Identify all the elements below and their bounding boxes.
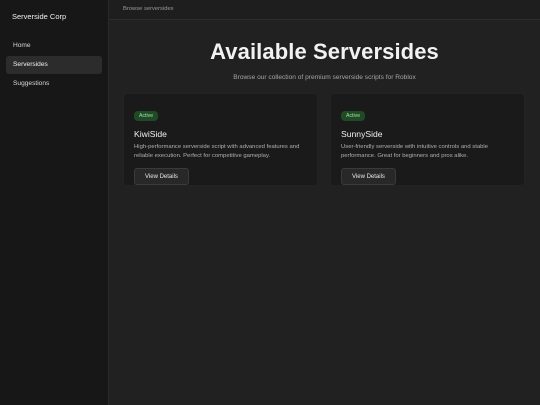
serverside-card-kiwiside: Active KiwiSide High-performance servers…	[123, 93, 318, 186]
brand-name: Serverside Corp	[12, 12, 67, 21]
view-details-button[interactable]: View Details	[134, 168, 189, 185]
sidebar-item-suggestions[interactable]: Suggestions	[6, 75, 102, 93]
page-title: Available Serversides	[210, 39, 439, 64]
page-subtitle: Browse our collection of premium servers…	[233, 74, 416, 81]
sidebar-item-home[interactable]: Home	[6, 37, 102, 55]
view-details-button[interactable]: View Details	[341, 168, 396, 185]
serverside-cards: Active KiwiSide High-performance servers…	[123, 93, 526, 186]
card-title: SunnySide	[341, 129, 383, 139]
app-root: Serverside Corp Home Serversides Suggest…	[0, 0, 540, 405]
card-description: User-friendly serverside with intuitive …	[341, 144, 489, 159]
main-content: Browse serversides Available Serversides…	[109, 0, 540, 405]
sidebar-item-serversides[interactable]: Serversides	[6, 56, 102, 74]
status-badge: Active	[134, 111, 159, 121]
content-area: Available Serversides Browse our collect…	[109, 20, 540, 186]
sidebar: Serverside Corp Home Serversides Suggest…	[0, 0, 109, 405]
serverside-card-sunnyside: Active SunnySide User-friendly serversid…	[330, 93, 525, 186]
card-title: KiwiSide	[134, 129, 167, 139]
breadcrumb: Browse serversides	[109, 0, 540, 20]
card-description: High-performance serverside script with …	[134, 144, 300, 159]
status-badge: Active	[341, 111, 366, 121]
sidebar-nav: Home Serversides Suggestions	[0, 37, 108, 93]
